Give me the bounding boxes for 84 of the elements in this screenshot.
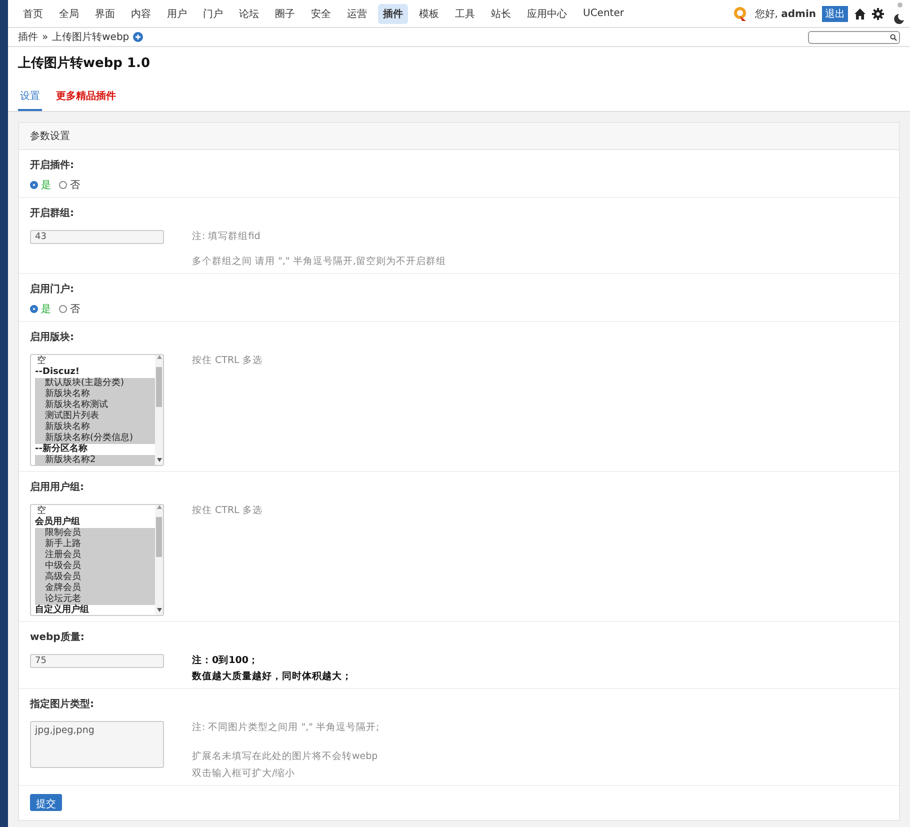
list-option[interactable]: 默认版块(主题分类): [35, 378, 155, 389]
settings-icon[interactable]: [872, 8, 884, 20]
hint-text: 数值越大质量越好，同时体积越大；: [192, 670, 352, 683]
nav-tab[interactable]: 运营: [342, 4, 372, 24]
nav-tab[interactable]: 全局: [54, 4, 84, 24]
input-field[interactable]: 43: [30, 230, 164, 244]
search-field[interactable]: [808, 30, 900, 44]
list-option[interactable]: 新版块名称2: [35, 455, 155, 465]
list-option[interactable]: 限制会员: [35, 528, 155, 539]
logout-button[interactable]: 退出: [822, 6, 848, 22]
hint-text: 多个群组之间 请用 "," 半角逗号隔开,留空则为不开启群组: [192, 255, 446, 268]
list-option[interactable]: 论坛元老: [35, 594, 155, 605]
radio-button[interactable]: [59, 305, 67, 313]
list-option[interactable]: --Discuz!: [35, 367, 155, 378]
add-icon[interactable]: [133, 32, 144, 42]
nav-tab[interactable]: UCenter: [578, 4, 629, 24]
nav-tab[interactable]: 界面: [90, 4, 120, 24]
hint-text: 双击输入框可扩大/缩小: [192, 767, 296, 780]
hint-text: 注: 不同图片类型之间用 "," 半角逗号隔开;: [192, 721, 380, 734]
nav-tab[interactable]: 内容: [126, 4, 156, 24]
tab[interactable]: 更多精品插件: [54, 89, 118, 111]
nav-tab[interactable]: 首页: [18, 4, 48, 24]
scrollbar-thumb[interactable]: [156, 367, 162, 407]
field-label: 启用门户:: [30, 282, 75, 296]
greeting-text: 您好, admin: [754, 8, 816, 20]
breadcrumb-link[interactable]: 插件: [18, 30, 38, 44]
list-option[interactable]: 新版块名称测试: [35, 400, 155, 411]
field-label: 开启插件:: [30, 158, 75, 172]
breadcrumb-separator: »: [42, 32, 48, 42]
nav-tab[interactable]: 插件: [378, 4, 408, 24]
input-field[interactable]: 75: [30, 654, 164, 668]
list-option[interactable]: --新分区名称: [35, 444, 155, 455]
field-label: 启用用户组:: [30, 480, 85, 494]
list-option[interactable]: 自定义用户组: [35, 605, 155, 615]
list-option[interactable]: 金牌会员: [35, 583, 155, 594]
search-icon: [890, 34, 897, 40]
list-option[interactable]: 中级会员: [35, 561, 155, 572]
scroll-down-icon[interactable]: [156, 458, 162, 462]
list-option[interactable]: 注册会员: [35, 550, 155, 561]
nav-tab[interactable]: 模板: [414, 4, 444, 24]
radio-label[interactable]: 否: [70, 178, 80, 192]
list-option[interactable]: 新版块名称: [35, 422, 155, 433]
multi-select-list[interactable]: 空 --Discuz! 默认版块(主题分类) 新版块名称 新版块名称测试 测试图片列表 新版块名称 新版块名称(分类信息) --新分区名称 新版块名称2: [30, 354, 164, 466]
list-option[interactable]: 会员用户组: [35, 517, 155, 528]
hint-text: 按住 CTRL 多选: [192, 354, 262, 367]
list-option[interactable]: 空: [35, 356, 155, 367]
radio-button[interactable]: [59, 181, 67, 189]
nav-tab[interactable]: 用户: [162, 4, 192, 24]
radio-button[interactable]: [30, 181, 38, 189]
nav-tab[interactable]: 论坛: [234, 4, 264, 24]
scrollbar-thumb[interactable]: [156, 517, 162, 557]
breadcrumb-current: 上传图片转webp: [52, 30, 130, 44]
multi-select-list[interactable]: 空 会员用户组 限制会员 新手上路 注册会员 中级会员 高级会员 金牌会员 论坛元老 自定义用户组: [30, 504, 164, 616]
list-option[interactable]: 新手上路: [35, 539, 155, 550]
hint-text: 注：0到100；: [192, 654, 260, 667]
nav-tab[interactable]: 工具: [450, 4, 480, 24]
list-option[interactable]: 新版块名称: [35, 389, 155, 400]
field-label: 开启群组:: [30, 206, 75, 220]
radio-button[interactable]: [30, 305, 38, 313]
nav-tab[interactable]: 站长: [486, 4, 516, 24]
hint-text: 按住 CTRL 多选: [192, 504, 262, 517]
field-label: 启用版块:: [30, 330, 75, 344]
nav-tab[interactable]: 应用中心: [522, 4, 572, 24]
scroll-down-icon[interactable]: [156, 608, 162, 612]
nav-tab[interactable]: 安全: [306, 4, 336, 24]
radio-label[interactable]: 否: [70, 302, 80, 316]
list-option[interactable]: 新版块名称(分类信息): [35, 433, 155, 444]
list-option[interactable]: 测试图片列表: [35, 411, 155, 422]
tab[interactable]: 设置: [18, 89, 42, 111]
scroll-up-icon[interactable]: [156, 355, 162, 359]
field-label: webp质量:: [30, 630, 86, 644]
nav-tab[interactable]: 圈子: [270, 4, 300, 24]
home-icon[interactable]: [854, 8, 866, 20]
nav-tab[interactable]: 门户: [198, 4, 228, 24]
card-header: 参数设置: [19, 123, 899, 150]
textarea-field[interactable]: jpg,jpeg,png: [30, 721, 164, 768]
list-option[interactable]: 高级会员: [35, 572, 155, 583]
submit-button[interactable]: 提交: [30, 794, 62, 811]
hint-text: 扩展名未填写在此处的图片将不会转webp: [192, 750, 379, 763]
scroll-up-icon[interactable]: [156, 505, 162, 509]
hint-text: 注: 填写群组fid: [192, 230, 262, 243]
page-title: 上传图片转webp 1.0: [18, 55, 151, 73]
field-label: 指定图片类型:: [30, 697, 95, 711]
list-option[interactable]: 空: [35, 506, 155, 517]
